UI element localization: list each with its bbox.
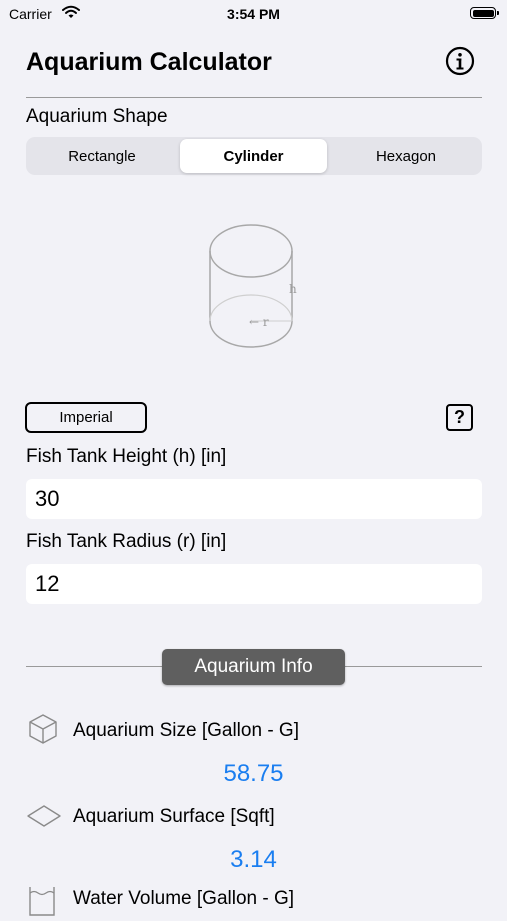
shape-segmented-control: Rectangle Cylinder Hexagon (26, 137, 482, 175)
segment-cylinder[interactable]: Cylinder (180, 139, 327, 173)
aquarium-surface-value: 3.14 (230, 846, 277, 873)
info-divider-right (345, 666, 482, 667)
segment-rectangle[interactable]: Rectangle (28, 139, 176, 173)
status-bar: Carrier 3:54 PM (0, 0, 507, 30)
title-divider (26, 97, 482, 98)
aquarium-surface-label: Aquarium Surface [Sqft] (73, 806, 275, 827)
help-button[interactable]: ? (446, 404, 473, 431)
battery-icon (470, 7, 499, 19)
cube-icon (27, 713, 59, 750)
radius-label: ← r (249, 315, 269, 329)
aquarium-size-value: 58.75 (223, 760, 284, 787)
status-time: 3:54 PM (227, 6, 280, 22)
page-title: Aquarium Calculator (26, 48, 272, 76)
cylinder-diagram: h ← r (203, 218, 303, 354)
height-input[interactable]: 30 (26, 479, 482, 519)
segment-hexagon[interactable]: Hexagon (332, 139, 480, 173)
aquarium-size-label: Aquarium Size [Gallon - G] (73, 720, 299, 741)
units-toggle-button[interactable]: Imperial (25, 402, 147, 433)
water-volume-icon (27, 886, 57, 921)
info-icon (445, 46, 475, 76)
radius-field-label: Fish Tank Radius (r) [in] (26, 531, 227, 552)
height-label: h (289, 282, 297, 296)
water-volume-label: Water Volume [Gallon - G] (73, 888, 295, 909)
shape-section-label: Aquarium Shape (26, 106, 168, 127)
radius-input[interactable]: 12 (26, 564, 482, 604)
info-divider-left (26, 666, 163, 667)
height-field-label: Fish Tank Height (h) [in] (26, 446, 227, 467)
info-section-title: Aquarium Info (162, 649, 345, 685)
info-button[interactable] (445, 46, 475, 76)
surface-icon (27, 804, 61, 833)
